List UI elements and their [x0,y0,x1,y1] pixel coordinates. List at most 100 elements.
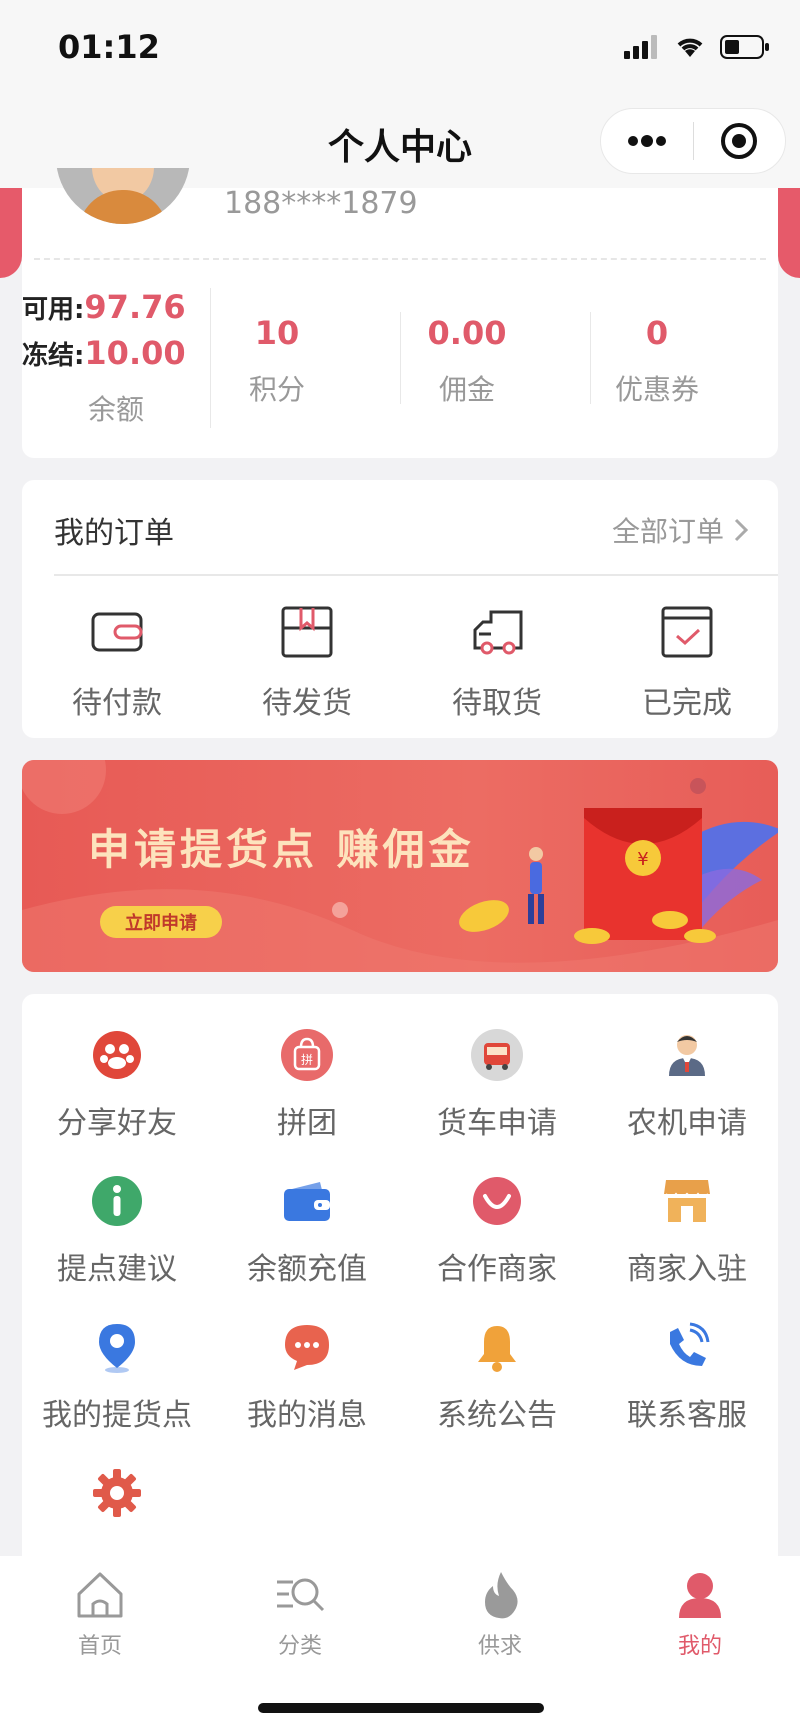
apply-now-button[interactable]: 立即申请 [100,906,222,938]
avatar[interactable] [56,168,190,224]
orders-card: 我的订单 全部订单 待付款 待发货 待取货 已完成 [22,480,778,738]
more-button[interactable] [601,109,693,173]
service-label: 分享好友 [57,1106,177,1141]
frozen-value: 10.00 [84,334,186,372]
status-time: 01:12 [58,28,160,66]
service-recharge[interactable]: 余额充值 [212,1174,402,1288]
battery-icon [720,35,769,59]
svg-text:¥: ¥ [637,849,648,870]
order-label: 已完成 [642,686,732,721]
tab-mine[interactable]: 我的 [600,1568,800,1660]
stat-label: 优惠券 [614,373,699,406]
stat-value: 0.00 [427,314,507,352]
user-icon [679,1573,721,1618]
store-icon [664,1180,710,1222]
tab-label: 我的 [677,1634,722,1659]
phone-icon [670,1322,710,1366]
stat-value: 0 [645,314,669,352]
tab-label: 分类 [277,1634,322,1659]
profile-card: 188****1879 可用: 97.76 冻结: 10.00 余额 10 积分… [22,168,778,458]
order-pending-payment[interactable]: 待付款 [22,604,212,722]
home-icon [77,1572,123,1618]
order-label: 待发货 [262,686,352,721]
status-bar: 01:12 [0,0,800,96]
partner-icon [473,1177,521,1225]
svg-text:拼: 拼 [301,1053,313,1067]
service-label: 农机申请 [627,1106,747,1141]
farm-machine-icon [669,1035,705,1076]
tab-label: 首页 [77,1634,122,1659]
order-pending-shipment[interactable]: 待发货 [212,604,402,722]
message-icon [285,1325,329,1370]
service-my-messages[interactable]: 我的消息 [212,1320,402,1434]
wifi-icon [677,38,703,57]
tab-supply-demand[interactable]: 供求 [400,1568,600,1660]
wallet-recharge-icon [284,1182,330,1221]
truck-apply-icon [471,1029,523,1081]
service-group-buy[interactable]: 拼 拼团 [212,1028,402,1142]
service-label: 提点建议 [57,1252,177,1287]
orders-title: 我的订单 [54,516,174,551]
all-orders-label: 全部订单 [611,515,724,548]
tab-home[interactable]: 首页 [0,1568,200,1660]
service-truck-apply[interactable]: 货车申请 [402,1028,592,1142]
location-pin-icon [99,1324,135,1373]
service-announcements[interactable]: 系统公告 [402,1320,592,1434]
service-label: 合作商家 [437,1252,557,1287]
info-icon [92,1176,142,1226]
box-icon [281,606,333,658]
all-orders-link[interactable]: 全部订单 [612,510,748,550]
chevron-right-icon [734,518,748,542]
service-settings[interactable] [22,1466,212,1536]
bell-icon [478,1326,516,1372]
service-label: 联系客服 [627,1398,747,1433]
available-label: 可用: [22,295,85,325]
share-friends-icon [93,1031,141,1079]
service-merchant-join[interactable]: 商家入驻 [592,1174,782,1288]
stat-commission[interactable]: 0.00 佣金 [372,314,562,408]
order-pending-pickup[interactable]: 待取货 [402,604,592,722]
header-accent-left [0,188,22,278]
service-label: 商家入驻 [627,1252,747,1287]
banner-title: 申请提货点 赚佣金 [88,825,475,874]
service-label: 货车申请 [437,1106,557,1141]
service-share-friends[interactable]: 分享好友 [22,1028,212,1142]
stat-label: 佣金 [438,373,495,406]
target-circle-icon [721,123,758,159]
service-label: 我的消息 [247,1398,367,1433]
service-customer-support[interactable]: 联系客服 [592,1320,782,1434]
pickup-point-banner[interactable]: ¥ 申请提货点 赚佣金 立即申请 [22,760,778,972]
tab-label: 供求 [477,1634,522,1659]
stat-label: 积分 [248,373,305,406]
service-label: 余额充值 [247,1252,367,1287]
service-suggestion[interactable]: 提点建议 [22,1174,212,1288]
wallet-icon [91,612,143,652]
order-label: 待取货 [452,686,542,721]
tab-category[interactable]: 分类 [200,1568,400,1660]
frozen-label: 冻结: [22,341,85,371]
stat-coupons[interactable]: 0 优惠券 [562,314,752,408]
service-label: 系统公告 [437,1398,557,1433]
stat-points[interactable]: 10 积分 [182,314,372,408]
flame-icon [485,1572,518,1619]
dashed-divider [34,258,766,260]
order-completed[interactable]: 已完成 [592,604,782,722]
category-search-icon [277,1578,325,1612]
close-miniprogram-button[interactable] [694,109,786,173]
signal-icon [624,35,657,59]
service-label: 拼团 [277,1106,337,1141]
service-farm-machine[interactable]: 农机申请 [592,1028,782,1142]
orders-divider [54,574,778,576]
home-indicator [258,1703,544,1713]
order-label: 待付款 [72,686,162,721]
completed-icon [661,606,713,658]
available-value: 97.76 [84,288,186,326]
stat-value: 10 [254,314,300,352]
truck-icon [473,610,523,655]
user-phone: 188****1879 [224,186,418,221]
service-my-pickup-point[interactable]: 我的提货点 [22,1320,212,1434]
service-label: 我的提货点 [42,1398,192,1433]
settings-icon [93,1469,141,1517]
service-partners[interactable]: 合作商家 [402,1174,592,1288]
group-buy-icon: 拼 [281,1029,333,1081]
